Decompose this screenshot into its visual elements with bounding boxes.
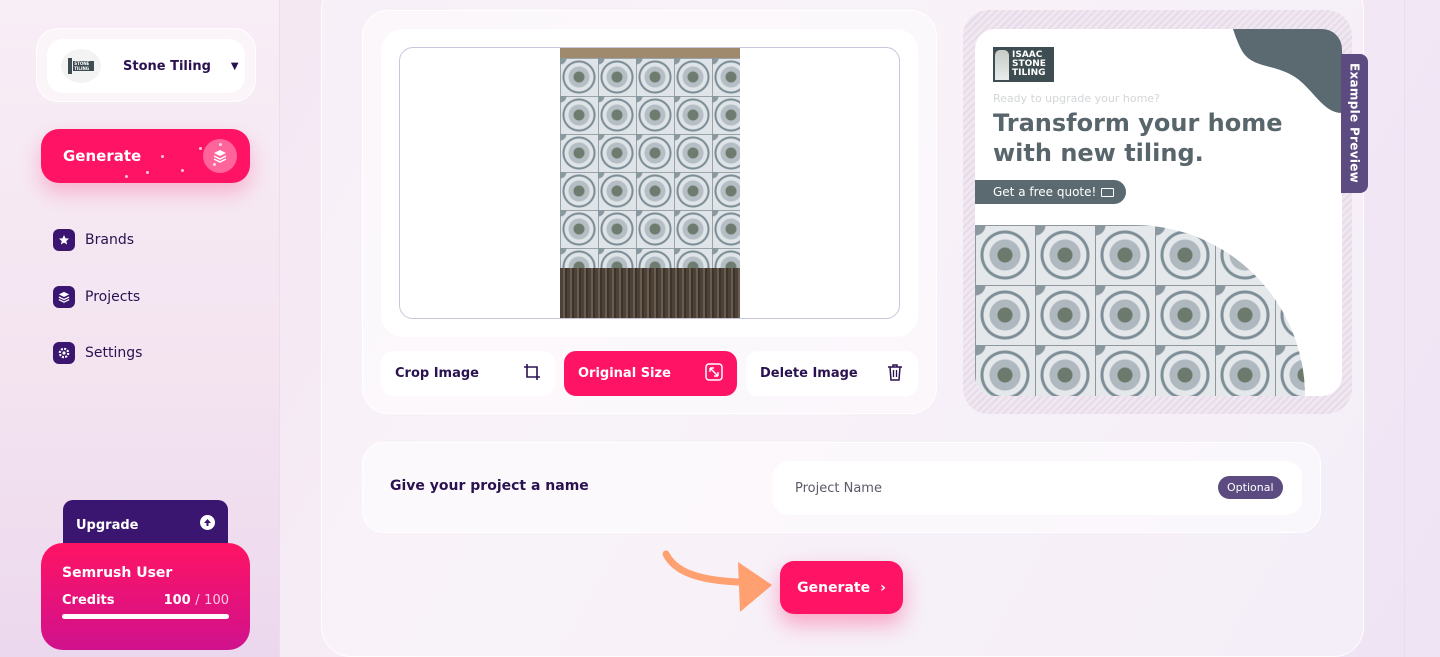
gear-icon: [53, 342, 75, 364]
preview-cta: Get a free quote!: [975, 180, 1127, 204]
crop-image-button[interactable]: Crop Image: [381, 351, 555, 396]
caret-down-icon: ▼: [230, 60, 239, 72]
generate-button[interactable]: Generate ›: [780, 561, 903, 614]
credits-progress-bar: [62, 614, 229, 619]
isaac-stone-tiling-logo: ISAAC STONE TILING: [993, 47, 1054, 82]
preview-tile-image: [975, 225, 1305, 396]
brand-selector[interactable]: STONE TILING Stone Tiling ▼: [47, 39, 245, 93]
sidebar-item-label: Settings: [85, 345, 143, 361]
cash-icon: [1101, 187, 1115, 197]
example-preview-tab-label: Example Preview: [1347, 63, 1362, 184]
credits-label: Credits: [62, 593, 115, 608]
sidebar-item-label: Projects: [85, 289, 141, 305]
project-name-heading: Give your project a name: [390, 478, 589, 494]
generate-button-label: Generate: [797, 579, 871, 596]
brand-selector-container: STONE TILING Stone Tiling ▼: [36, 28, 256, 102]
arrow-up-icon: [200, 515, 215, 530]
right-edge-panel: [1404, 0, 1440, 657]
delete-image-label: Delete Image: [760, 366, 858, 381]
chevron-right-icon: ›: [880, 579, 886, 596]
layers-icon: [53, 286, 75, 308]
stone-tiling-logo-icon: STONE TILING: [68, 58, 94, 74]
optional-badge: Optional: [1218, 476, 1283, 499]
credits-value: 100 / 100: [163, 593, 229, 608]
upgrade-label: Upgrade: [76, 518, 139, 533]
crop-image-label: Crop Image: [395, 366, 479, 381]
crop-icon: [523, 363, 541, 385]
sidebar-item-settings[interactable]: Settings: [53, 342, 142, 364]
image-preview-area: [399, 47, 900, 319]
example-preview-card: ISAAC STONE TILING Ready to upgrade your…: [975, 29, 1342, 396]
project-name-field: Optional: [773, 461, 1302, 515]
preview-headline: Transform your home with new tiling.: [993, 109, 1283, 167]
pointer-arrow-icon: [662, 550, 772, 612]
original-size-label: Original Size: [578, 366, 671, 381]
preview-tagline: Ready to upgrade your home?: [993, 92, 1160, 105]
brand-name: Stone Tiling: [123, 58, 211, 74]
original-size-button[interactable]: Original Size: [564, 351, 737, 396]
sidebar-item-projects[interactable]: Projects: [53, 286, 140, 308]
preview-cta-label: Get a free quote!: [993, 185, 1097, 199]
delete-image-button[interactable]: Delete Image: [746, 351, 918, 396]
credits-progress-fill: [62, 614, 229, 619]
star-icon: [53, 229, 75, 251]
sidebar-item-brands[interactable]: Brands: [53, 229, 134, 251]
user-name: Semrush User: [62, 565, 173, 581]
sidebar-item-label: Brands: [85, 232, 134, 248]
decorative-blob: [1233, 29, 1342, 113]
resize-icon: [705, 362, 723, 385]
uploaded-tile-photo: [560, 48, 740, 318]
sidebar-generate-button[interactable]: Generate: [41, 129, 250, 183]
brand-logo: STONE TILING: [61, 49, 101, 83]
trash-icon: [886, 363, 904, 385]
example-preview-tab[interactable]: Example Preview: [1341, 54, 1368, 193]
sidebar: STONE TILING Stone Tiling ▼ Generate Bra…: [0, 0, 280, 657]
sidebar-generate-label: Generate: [63, 147, 142, 165]
user-card: Semrush User Credits 100 / 100: [41, 543, 250, 650]
layers-icon: [203, 139, 237, 173]
